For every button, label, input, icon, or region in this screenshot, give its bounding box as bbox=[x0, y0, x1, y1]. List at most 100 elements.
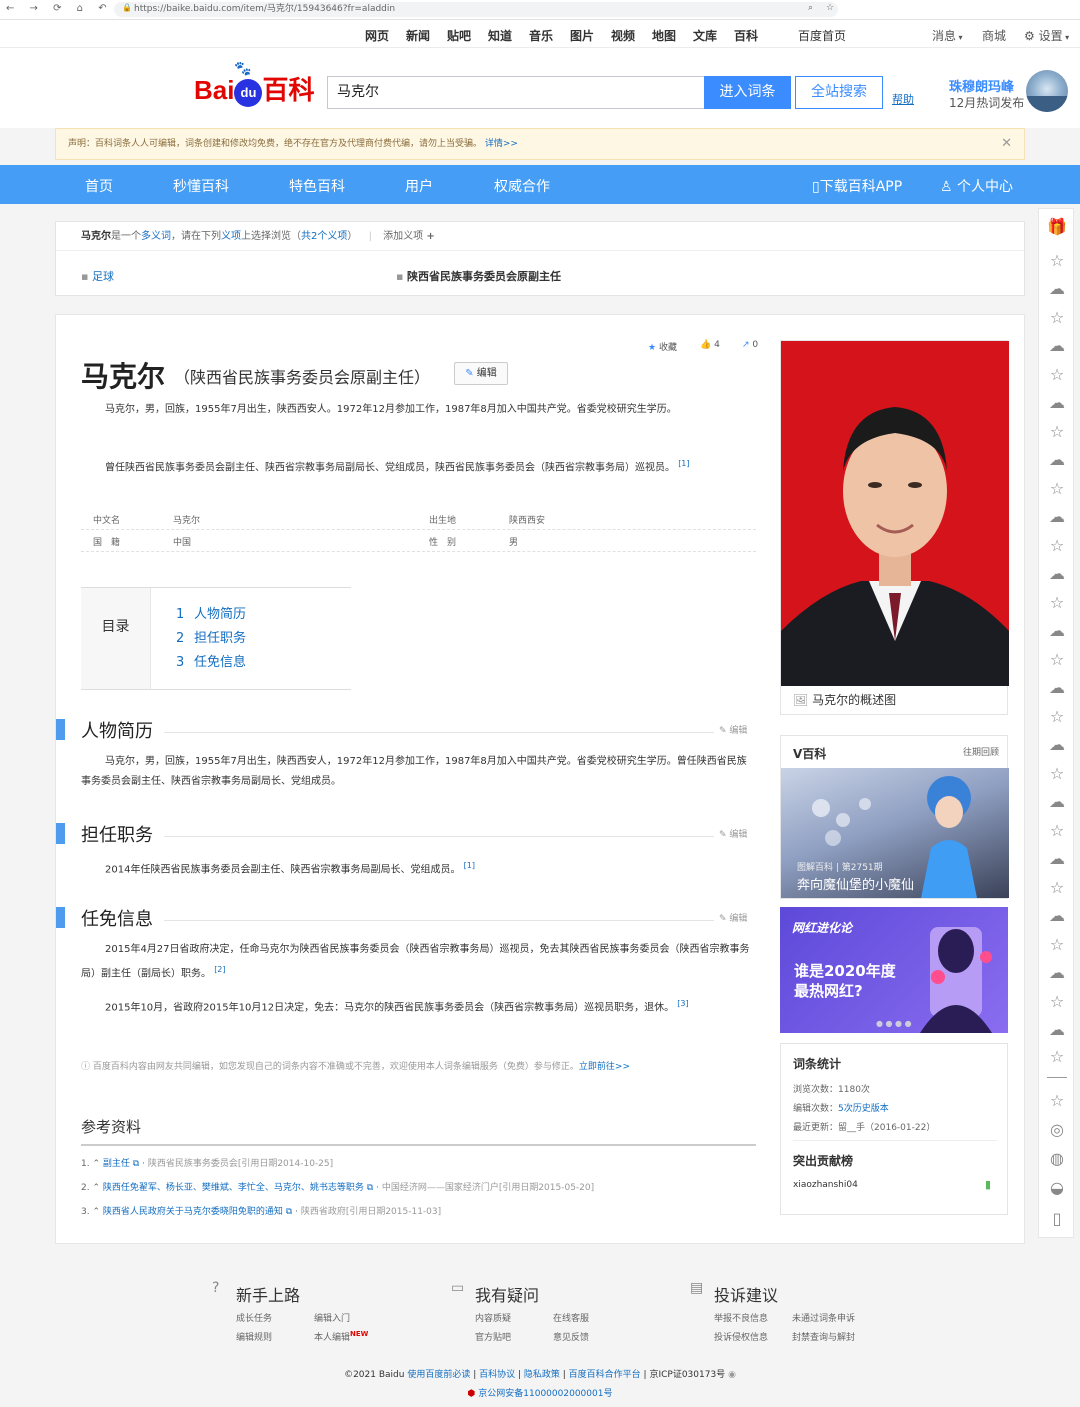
qq-icon[interactable]: ◒ bbox=[1047, 1178, 1067, 1198]
search-input[interactable]: 马克尔 bbox=[327, 76, 704, 109]
past-issues-link[interactable]: 往期回顾 bbox=[963, 745, 999, 758]
star-icon[interactable]: ☆ bbox=[1047, 365, 1067, 385]
topnav-item[interactable]: 视频 bbox=[611, 27, 635, 44]
weibo-icon[interactable]: ☁ bbox=[1047, 393, 1067, 413]
section-edit-button[interactable]: ✎ 编辑 bbox=[719, 911, 747, 924]
footer-link[interactable]: 隐私政策 bbox=[524, 1370, 560, 1380]
mall-link[interactable]: 商城 bbox=[982, 27, 1006, 44]
like-button[interactable]: 👍 4 bbox=[700, 340, 720, 350]
carousel-dots[interactable]: ● ● ● ● bbox=[876, 1019, 912, 1028]
arrow-up-icon[interactable]: ⌃ bbox=[92, 1183, 100, 1193]
bookmark-star-icon[interactable]: ☆ bbox=[826, 3, 834, 13]
star-icon[interactable]: ☆ bbox=[1047, 1047, 1067, 1067]
topnav-item[interactable]: 文库 bbox=[693, 27, 717, 44]
weibo-icon[interactable]: ☁ bbox=[1047, 792, 1067, 812]
ref-link[interactable]: 陕西省人民政府关于马克尔委晓阳免职的通知 bbox=[103, 1207, 283, 1217]
personal-center-link[interactable]: ♙ 个人中心 bbox=[940, 176, 1013, 196]
hot-word-title[interactable]: 珠穆朗玛峰 bbox=[949, 76, 1014, 95]
share-button[interactable]: ↗ 0 bbox=[742, 340, 758, 350]
history-link[interactable]: 5次历史版本 bbox=[838, 1104, 889, 1114]
footer-link[interactable]: 内容质疑 bbox=[475, 1311, 511, 1324]
sense-count-link[interactable]: 共2个义项 bbox=[301, 231, 347, 242]
ref-link[interactable]: 陕西任免翟军、杨长亚、樊维斌、李忙全、马克尔、姚书志等职务 bbox=[103, 1183, 364, 1193]
footer-link[interactable]: 成长任务 bbox=[236, 1311, 272, 1324]
star-icon[interactable]: ☆ bbox=[1047, 764, 1067, 784]
baidu-baike-logo[interactable]: Bai du 百科 🐾 bbox=[194, 60, 314, 110]
citation-link[interactable]: [2] bbox=[214, 965, 225, 974]
footer-link[interactable]: 封禁查询与解封 bbox=[792, 1330, 855, 1343]
notice-detail-link[interactable]: 详情>> bbox=[485, 139, 518, 149]
footer-link[interactable]: 编辑规则 bbox=[236, 1330, 272, 1343]
star-icon[interactable]: ☆ bbox=[1047, 992, 1067, 1012]
star-icon[interactable]: ☆ bbox=[1047, 536, 1067, 556]
footer-link[interactable]: 举报不良信息 bbox=[714, 1311, 768, 1324]
topnav-item[interactable]: 新闻 bbox=[406, 27, 430, 44]
v-baike-video[interactable]: 图解百科 | 第2751期 奔向魔仙堡的小魔仙 bbox=[781, 768, 1009, 898]
weibo-icon[interactable]: ☁ bbox=[1047, 963, 1067, 983]
star-icon[interactable]: ☆ bbox=[1047, 821, 1067, 841]
messages-menu[interactable]: 消息 ▾ bbox=[932, 27, 963, 44]
nav-featured[interactable]: 特色百科 bbox=[289, 176, 345, 196]
go-now-link[interactable]: 立即前往>> bbox=[579, 1062, 630, 1072]
toc-item[interactable]: 2 担任职务 bbox=[176, 627, 246, 646]
arrow-up-icon[interactable]: ⌃ bbox=[92, 1207, 100, 1217]
weibo-icon[interactable]: ☁ bbox=[1047, 336, 1067, 356]
footer-link[interactable]: 未通过词条申诉 bbox=[792, 1311, 855, 1324]
mobile-icon[interactable]: ▯ bbox=[1047, 1209, 1067, 1229]
footer-link[interactable]: 本人编辑NEW bbox=[314, 1330, 368, 1343]
hot-word-image[interactable] bbox=[1026, 70, 1068, 112]
download-app-link[interactable]: ▯下载百科APP bbox=[812, 176, 902, 196]
topnav-item[interactable]: 网页 bbox=[365, 27, 389, 44]
nav-miaodong[interactable]: 秒懂百科 bbox=[173, 176, 229, 196]
toc-item[interactable]: 1 人物简历 bbox=[176, 603, 246, 622]
weibo-icon[interactable]: ☁ bbox=[1047, 450, 1067, 470]
edit-button[interactable]: ✎ 编辑 bbox=[454, 362, 508, 385]
star-icon[interactable]: ☆ bbox=[1047, 650, 1067, 670]
zoom-icon[interactable]: ⌕ bbox=[808, 3, 813, 13]
footer-link[interactable]: 编辑入门 bbox=[314, 1311, 350, 1324]
weibo-icon[interactable]: ☁ bbox=[1047, 564, 1067, 584]
police-record-link[interactable]: 京公网安备11000002000001号 bbox=[478, 1389, 612, 1399]
weibo-icon[interactable]: ☁ bbox=[1047, 507, 1067, 527]
nav-partners[interactable]: 权威合作 bbox=[494, 176, 550, 196]
star-icon[interactable]: ☆ bbox=[1047, 707, 1067, 727]
enter-entry-button[interactable]: 进入词条 bbox=[704, 76, 791, 109]
footer-link[interactable]: 在线客服 bbox=[553, 1311, 589, 1324]
footer-link[interactable]: 官方贴吧 bbox=[475, 1330, 511, 1343]
topnav-item[interactable]: 音乐 bbox=[529, 27, 553, 44]
citation-link[interactable]: [1] bbox=[678, 459, 689, 468]
footer-link[interactable]: 意见反馈 bbox=[553, 1330, 589, 1343]
weibo-icon[interactable]: ☁ bbox=[1047, 735, 1067, 755]
star-icon[interactable]: ☆ bbox=[1047, 308, 1067, 328]
topnav-item[interactable]: 百科 bbox=[734, 27, 758, 44]
weibo-icon[interactable]: ☁ bbox=[1047, 678, 1067, 698]
star-icon[interactable]: ☆ bbox=[1047, 422, 1067, 442]
nav-home[interactable]: 首页 bbox=[85, 176, 113, 196]
wechat-icon[interactable]: ◍ bbox=[1047, 1149, 1067, 1169]
weibo-icon[interactable]: ☁ bbox=[1047, 1020, 1067, 1040]
nav-users[interactable]: 用户 bbox=[405, 176, 433, 196]
topnav-item[interactable]: 知道 bbox=[488, 27, 512, 44]
section-edit-button[interactable]: ✎ 编辑 bbox=[719, 723, 747, 736]
close-icon[interactable]: ✕ bbox=[1001, 129, 1012, 159]
add-sense-button[interactable]: 添加义项 + bbox=[383, 231, 435, 242]
citation-link[interactable]: [1] bbox=[464, 861, 475, 870]
ref-link[interactable]: 副主任 bbox=[103, 1159, 130, 1169]
contrib-user[interactable]: xiaozhanshi04 bbox=[793, 1180, 858, 1190]
site-search-button[interactable]: 全站搜索 bbox=[795, 76, 883, 109]
weibo-icon[interactable]: ◎ bbox=[1047, 1120, 1067, 1140]
summary-image-card[interactable]: 🖼 马克尔的概述图 bbox=[780, 340, 1009, 715]
weibo-icon[interactable]: ☁ bbox=[1047, 849, 1067, 869]
gift-icon[interactable]: 🎁 bbox=[1047, 217, 1067, 237]
footer-link[interactable]: 投诉侵权信息 bbox=[714, 1330, 768, 1343]
weibo-icon[interactable]: ☁ bbox=[1047, 906, 1067, 926]
sense-link[interactable]: 义项 bbox=[221, 231, 241, 242]
promo-banner[interactable]: 网红进化论 谁是2020年度最热网红? ● ● ● ● bbox=[780, 907, 1008, 1033]
star-icon[interactable]: ☆ bbox=[1047, 251, 1067, 271]
collect-button[interactable]: ★ 收藏 bbox=[648, 340, 677, 353]
topnav-item[interactable]: 地图 bbox=[652, 27, 676, 44]
footer-link[interactable]: 百度百科合作平台 bbox=[569, 1370, 641, 1380]
citation-link[interactable]: [3] bbox=[677, 999, 688, 1008]
weibo-icon[interactable]: ☁ bbox=[1047, 279, 1067, 299]
hot-word-subtitle[interactable]: 12月热词发布 bbox=[949, 94, 1024, 111]
